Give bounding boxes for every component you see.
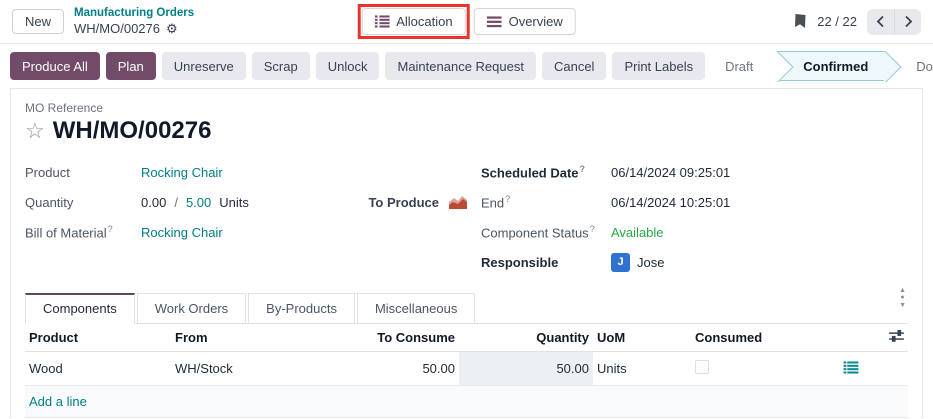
field-grid: Product Rocking Chair Quantity 0.00 / 5.… <box>25 157 908 277</box>
unlock-button[interactable]: Unlock <box>316 52 380 80</box>
responsible-name: Jose <box>637 255 664 270</box>
allocation-button[interactable]: Allocation <box>361 8 465 35</box>
quantity-produced-value[interactable]: 0.00 <box>141 195 166 210</box>
cell-to-consume[interactable]: 50.00 <box>355 352 459 386</box>
scroll-grip-icon[interactable]: ● <box>900 294 904 301</box>
col-header-from[interactable]: From <box>171 324 355 352</box>
tab-work-orders[interactable]: Work Orders <box>137 293 246 323</box>
product-field-row: Product Rocking Chair <box>25 157 481 187</box>
maintenance-request-button[interactable]: Maintenance Request <box>385 52 535 80</box>
responsible-value[interactable]: J Jose <box>611 253 664 272</box>
forecast-chart-icon[interactable] <box>449 196 467 209</box>
plan-button[interactable]: Plan <box>106 52 156 80</box>
scheduled-date-field-row: Scheduled Date? 06/14/2024 09:25:01 <box>481 157 908 187</box>
add-a-line-link[interactable]: Add a line <box>29 394 87 409</box>
top-control-bar: New Manufacturing Orders WH/MO/00276 ⚙ <box>0 0 933 44</box>
product-value-link[interactable]: Rocking Chair <box>141 165 223 180</box>
quantity-separator: / <box>174 195 178 210</box>
col-header-product[interactable]: Product <box>25 324 171 352</box>
tab-components[interactable]: Components <box>25 293 135 324</box>
cell-product[interactable]: Wood <box>25 352 171 386</box>
pager-count: 22 / 22 <box>817 14 857 29</box>
scheduled-date-value[interactable]: 06/14/2024 09:25:01 <box>611 165 730 180</box>
new-button[interactable]: New <box>12 9 64 34</box>
action-button-bar: Produce All Plan Unreserve Scrap Unlock … <box>0 44 933 88</box>
produce-all-button[interactable]: Produce All <box>10 52 100 80</box>
cell-from[interactable]: WH/Stock <box>171 352 355 386</box>
pager-previous-button[interactable] <box>867 9 894 35</box>
move-details-icon[interactable] <box>843 362 859 377</box>
end-date-field-row: End? 06/14/2024 10:25:01 <box>481 187 908 217</box>
cell-uom[interactable]: Units <box>593 352 691 386</box>
product-label: Product <box>25 165 141 180</box>
col-header-empty <box>821 324 881 352</box>
status-step-draft[interactable]: Draft <box>711 59 767 74</box>
component-status-label: Component Status? <box>481 224 611 240</box>
scroll-down-icon[interactable]: ▼ <box>899 302 906 309</box>
help-icon: ? <box>580 164 586 174</box>
tab-by-products[interactable]: By-Products <box>248 293 355 323</box>
help-icon: ? <box>108 224 113 234</box>
scheduled-date-label: Scheduled Date? <box>481 164 611 180</box>
allocation-label: Allocation <box>396 14 452 29</box>
status-step-confirmed[interactable]: Confirmed <box>777 51 886 81</box>
scroll-up-icon[interactable]: ▲ <box>899 287 906 294</box>
bill-of-material-label: Bill of Material? <box>25 224 141 240</box>
end-label: End? <box>481 194 611 210</box>
help-icon: ? <box>505 194 510 204</box>
avatar: J <box>611 253 630 272</box>
optional-columns-icon[interactable] <box>889 330 904 345</box>
pager-area: 22 / 22 <box>794 9 921 35</box>
bookmark-icon[interactable] <box>794 14 807 29</box>
table-header-row: Product From To Consume Quantity UoM Con… <box>25 324 908 352</box>
consumed-checkbox[interactable] <box>695 360 709 374</box>
view-switcher: Allocation Overview <box>357 4 576 39</box>
quantity-uom: Units <box>219 195 249 210</box>
bom-value-link[interactable]: Rocking Chair <box>141 225 223 240</box>
breadcrumb: Manufacturing Orders WH/MO/00276 ⚙ <box>74 6 194 37</box>
add-line-row: Add a line <box>25 386 908 418</box>
mo-reference-title[interactable]: WH/MO/00276 <box>53 117 212 145</box>
quantity-total-value[interactable]: 5.00 <box>186 195 211 210</box>
cell-quantity[interactable]: 50.00 <box>459 352 593 386</box>
overview-label: Overview <box>509 14 563 29</box>
col-header-to-consume[interactable]: To Consume <box>355 324 459 352</box>
favorite-star-icon[interactable]: ☆ <box>25 120 45 142</box>
breadcrumb-current: WH/MO/00276 <box>74 21 160 37</box>
bars-icon <box>487 16 502 28</box>
mo-reference-label: MO Reference <box>25 101 908 115</box>
bom-field-row: Bill of Material? Rocking Chair <box>25 217 481 247</box>
responsible-label: Responsible <box>481 255 611 270</box>
gear-icon[interactable]: ⚙ <box>166 22 178 35</box>
pager-next-button[interactable] <box>894 9 921 35</box>
component-status-value: Available <box>611 225 664 240</box>
unreserve-button[interactable]: Unreserve <box>162 52 246 80</box>
help-icon: ? <box>590 224 595 234</box>
responsible-field-row: Responsible J Jose <box>481 247 908 277</box>
col-header-consumed[interactable]: Consumed <box>691 324 821 352</box>
annotation-highlight-box: Allocation <box>357 4 469 39</box>
scroll-handle[interactable]: ▲ ● ▼ <box>899 287 906 309</box>
end-date-value[interactable]: 06/14/2024 10:25:01 <box>611 195 730 210</box>
breadcrumb-parent-link[interactable]: Manufacturing Orders <box>74 6 194 20</box>
status-pipeline: Draft Confirmed Done <box>711 51 933 81</box>
col-header-quantity[interactable]: Quantity <box>459 324 593 352</box>
status-step-done[interactable]: Done <box>902 59 933 74</box>
print-labels-button[interactable]: Print Labels <box>612 52 705 80</box>
table-row[interactable]: Wood WH/Stock 50.00 50.00 Units <box>25 352 908 386</box>
col-header-uom[interactable]: UoM <box>593 324 691 352</box>
notebook-tabs: Components Work Orders By-Products Misce… <box>25 293 908 324</box>
cancel-button[interactable]: Cancel <box>542 52 606 80</box>
quantity-label: Quantity <box>25 195 141 210</box>
component-status-field-row: Component Status? Available <box>481 217 908 247</box>
scrap-button[interactable]: Scrap <box>252 52 310 80</box>
overview-button[interactable]: Overview <box>474 8 576 35</box>
quantity-field-row: Quantity 0.00 / 5.00 Units To Produce <box>25 187 481 217</box>
tab-miscellaneous[interactable]: Miscellaneous <box>357 293 475 323</box>
form-sheet: MO Reference ☆ WH/MO/00276 Product Rocki… <box>10 88 923 418</box>
list-icon <box>374 15 389 28</box>
components-table: Product From To Consume Quantity UoM Con… <box>25 324 908 418</box>
to-produce-label: To Produce <box>368 195 439 210</box>
